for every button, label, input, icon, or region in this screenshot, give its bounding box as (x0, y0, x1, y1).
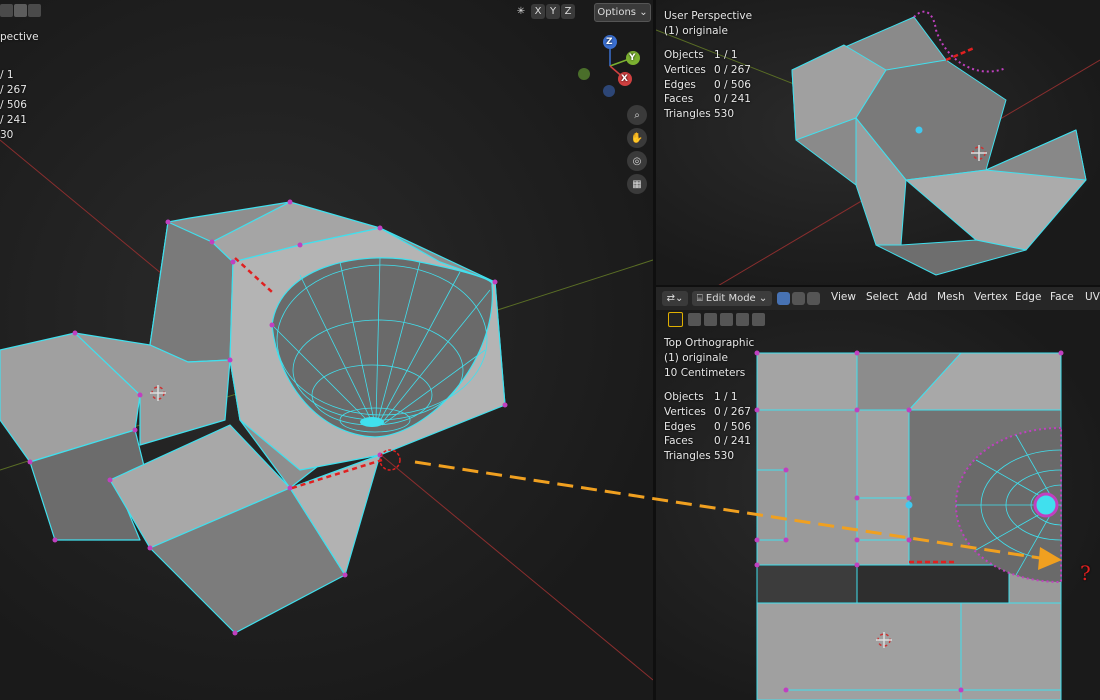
camera-icon[interactable]: ◎ (627, 151, 647, 171)
select-box-icon[interactable] (688, 313, 701, 326)
menu-mesh[interactable]: Mesh (937, 291, 965, 303)
object-name: (1) originale (664, 25, 728, 37)
stat-value: 0 / 267 (714, 63, 751, 76)
mirror-y-button[interactable]: Y (546, 4, 560, 19)
menu-uv[interactable]: UV (1085, 291, 1100, 303)
viewport-title: User Perspective (664, 10, 753, 22)
object-name: (1) originale (664, 352, 728, 364)
stat-value: 1 / 1 (714, 391, 738, 403)
stat-row: Edges 0 / 506 (664, 78, 751, 93)
mesh-object[interactable] (0, 201, 506, 634)
stat-value: 0 / 506 (714, 78, 751, 91)
stat-fragment: / 267 (0, 84, 27, 96)
question-mark-annotation: ? (1080, 561, 1091, 585)
mode-label: Edit Mode (705, 293, 756, 304)
stat-fragment: / 506 (0, 99, 27, 111)
left-viewport-scene (0, 35, 653, 681)
stat-label: Objects (664, 391, 704, 403)
bowl-bottom (360, 417, 384, 427)
menu-face[interactable]: Face (1050, 291, 1074, 303)
gizmo-z-label: Z (606, 37, 613, 47)
options-dropdown[interactable]: Options ⌄ (594, 3, 651, 22)
stat-fragment: 30 (0, 129, 14, 141)
stats-panel: Objects 1 / 1 Vertices 0 / 267 Edges 0 / 50… (664, 48, 751, 122)
stat-fragment: / 241 (0, 114, 27, 126)
stat-value: 0 / 241 (714, 435, 751, 448)
viewport-bottom-right[interactable]: Top Orthographic (1) originale 10 Centim… (656, 310, 1100, 700)
editor-type-icon[interactable]: ⇄⌄ (662, 291, 688, 306)
stat-label: Objects (664, 49, 704, 61)
stat-row: Objects 1 / 1 (664, 48, 751, 63)
left-viewport-title: pective (0, 31, 39, 43)
stat-label: Edges (664, 78, 696, 91)
stat-row: Vertices 0 / 267 (664, 405, 751, 420)
stat-value: 0 / 506 (714, 420, 751, 433)
menu-edge[interactable]: Edge (1015, 291, 1041, 303)
select-mode-icon[interactable] (14, 4, 27, 17)
pan-hand-icon[interactable]: ✋ (627, 128, 647, 148)
zoom-icon[interactable]: ⌕ (627, 105, 647, 125)
stat-label: Faces (664, 93, 694, 106)
select-invert-icon[interactable] (736, 313, 749, 326)
viewport-left[interactable]: pective / 1 / 267 / 506 / 241 30 ✳ X Y Z… (0, 0, 653, 700)
select-extend-icon[interactable] (704, 313, 717, 326)
stat-value: 530 (714, 108, 735, 121)
viewport-title: Top Orthographic (664, 337, 755, 349)
origin-dot (915, 126, 923, 134)
menu-add[interactable]: Add (907, 291, 927, 303)
stats-panel: Objects 1 / 1 Vertices 0 / 267 Edges 0 / 50… (664, 390, 751, 464)
select-mode-icon[interactable] (28, 4, 41, 17)
gizmo-y-label: Y (629, 53, 636, 63)
stat-label: Vertices (664, 63, 706, 76)
mode-dropdown[interactable]: ⌸ Edit Mode ⌄ (692, 291, 772, 306)
stat-row: Objects 1 / 1 (664, 390, 751, 405)
stat-row: Triangles 530 (664, 107, 751, 122)
stat-fragment: / 1 (0, 69, 14, 81)
stat-value: 0 / 267 (714, 405, 751, 418)
menu-vertex[interactable]: Vertex (974, 291, 1008, 303)
edge-select-icon[interactable] (792, 292, 805, 305)
stat-label: Faces (664, 435, 694, 448)
stat-value: 530 (714, 450, 735, 463)
select-tool-icon[interactable] (668, 312, 683, 327)
gizmo-x-label: X (621, 74, 628, 84)
options-label: Options (597, 7, 637, 18)
top-right-scene (656, 10, 1100, 287)
viewport-separator-horizontal[interactable] (656, 285, 1100, 287)
stat-row: Faces 0 / 241 (664, 434, 751, 449)
stat-label: Edges (664, 420, 696, 433)
left-stats-fragments: / 1 / 267 / 506 / 241 30 (0, 68, 27, 143)
stat-label: Triangles (664, 108, 711, 121)
viewport-top-right[interactable]: User Perspective (1) originale Objects 1 … (656, 0, 1100, 287)
select-intersect-icon[interactable] (752, 313, 765, 326)
stat-value: 0 / 241 (714, 93, 751, 106)
stat-label: Triangles (664, 450, 711, 463)
stat-row: Vertices 0 / 267 (664, 63, 751, 78)
menu-select[interactable]: Select (866, 291, 898, 303)
select-subtract-icon[interactable] (720, 313, 733, 326)
transform-pivot-icon[interactable]: ✳ (513, 4, 529, 19)
ortho-grid-icon[interactable]: ▦ (627, 174, 647, 194)
menu-view[interactable]: View (831, 291, 856, 303)
red-annotation-line (945, 46, 975, 62)
mesh-object-perspective[interactable] (791, 16, 1087, 276)
select-mode-icon[interactable] (0, 4, 13, 17)
stat-label: Vertices (664, 405, 706, 418)
mirror-x-button[interactable]: X (531, 4, 545, 19)
grid-scale: 10 Centimeters (664, 367, 746, 379)
stat-value: 1 / 1 (714, 49, 738, 61)
vertex-select-icon[interactable] (777, 292, 790, 305)
origin-dot (905, 501, 913, 509)
stat-row: Triangles 530 (664, 449, 751, 464)
stat-row: Edges 0 / 506 (664, 420, 751, 435)
face-select-icon[interactable] (807, 292, 820, 305)
mirror-z-button[interactable]: Z (561, 4, 575, 19)
stat-row: Faces 0 / 241 (664, 92, 751, 107)
